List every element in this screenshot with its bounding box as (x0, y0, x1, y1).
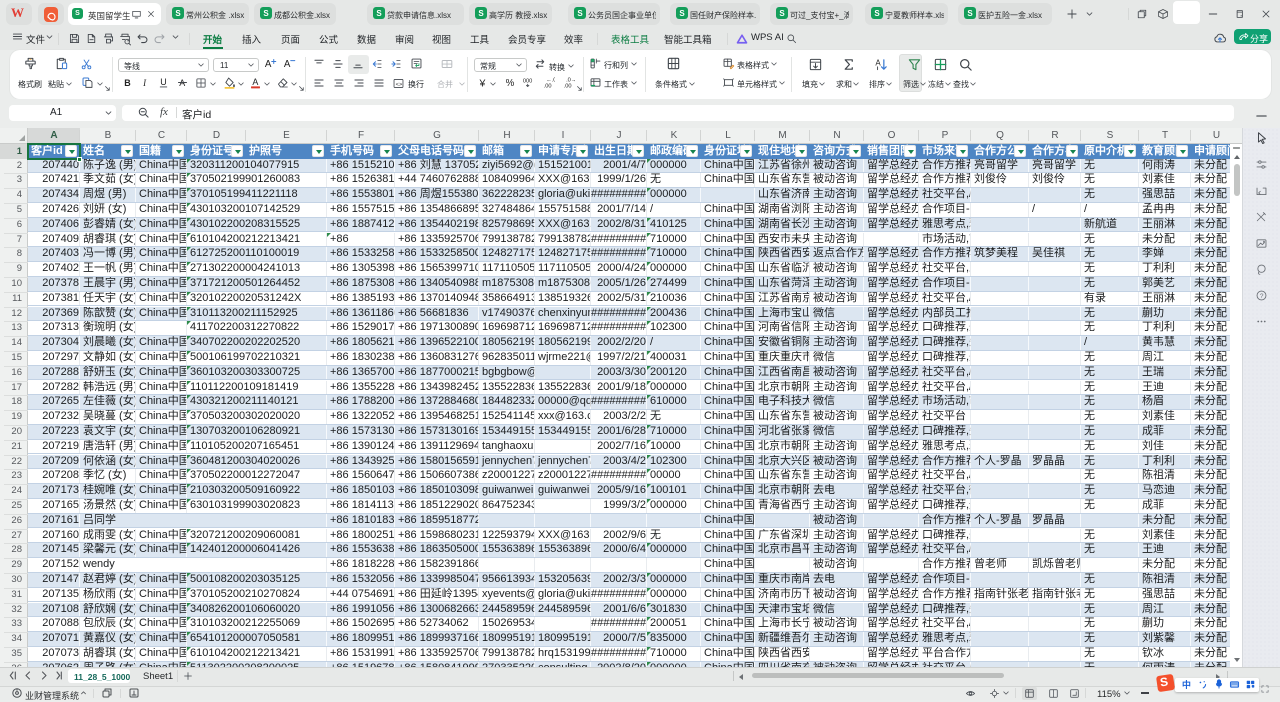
svg-text:.00: .00 (544, 83, 552, 89)
svg-text:?: ? (1260, 293, 1264, 300)
svg-text:A: A (284, 59, 291, 70)
svg-text:A: A (875, 58, 881, 67)
svg-text:<>: <> (396, 82, 403, 88)
svg-text:B: B (124, 78, 131, 88)
svg-text:A: A (252, 77, 258, 87)
svg-text:.00: .00 (564, 83, 572, 89)
svg-text:%: % (506, 78, 515, 89)
svg-text:¥: ¥ (478, 78, 485, 89)
svg-text:000: 000 (523, 79, 532, 85)
svg-text:中: 中 (1182, 679, 1191, 690)
svg-text:I: I (142, 78, 147, 88)
svg-text:A: A (265, 59, 272, 70)
svg-text:U: U (160, 77, 166, 87)
